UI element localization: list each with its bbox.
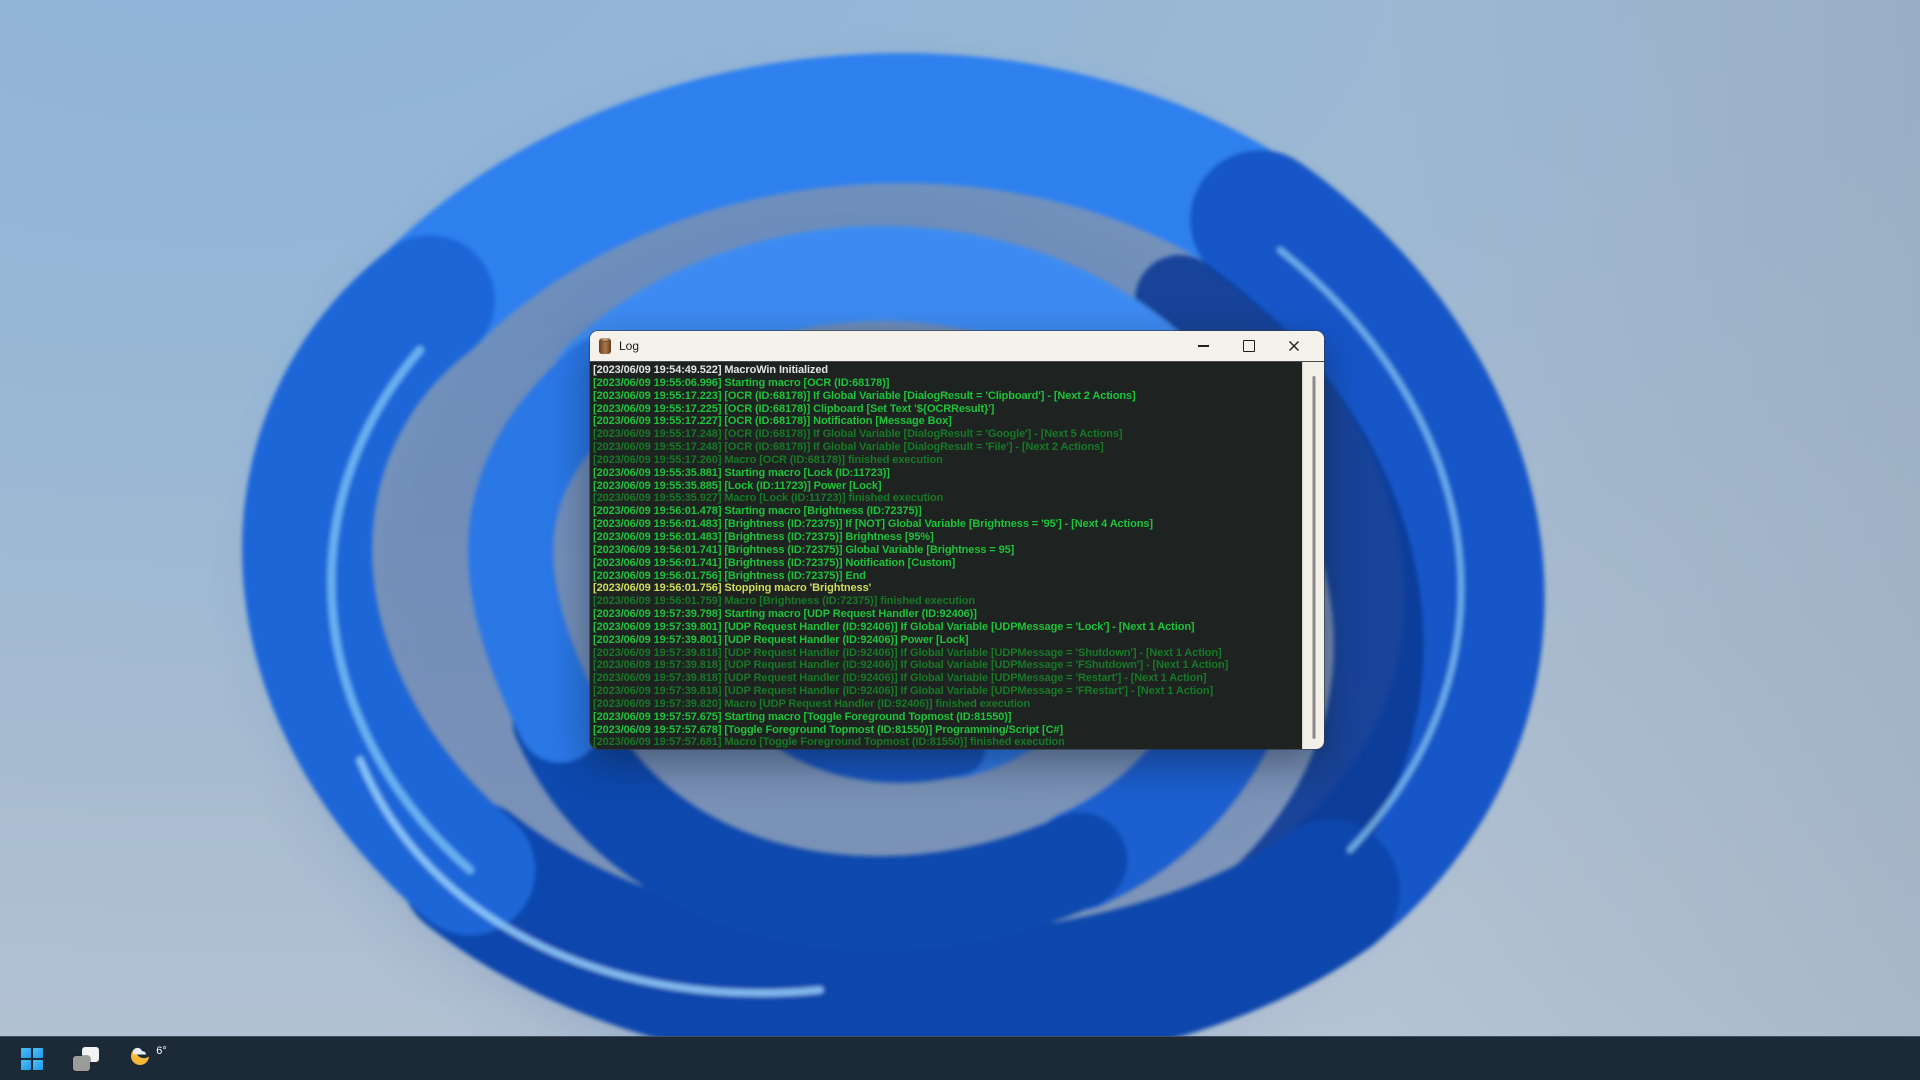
maximize-icon (1243, 340, 1255, 352)
log-lines[interactable]: [2023/06/09 19:54:49.522] MacroWin Initi… (590, 362, 1302, 749)
log-line: [2023/06/09 19:55:17.225] [OCR (ID:68178… (593, 403, 1302, 416)
log-line: [2023/06/09 19:57:39.818] [UDP Request H… (593, 672, 1302, 685)
log-line: [2023/06/09 19:57:39.818] [UDP Request H… (593, 685, 1302, 698)
log-line: [2023/06/09 19:55:06.996] Starting macro… (593, 377, 1302, 390)
log-line: [2023/06/09 19:56:01.741] [Brightness (I… (593, 544, 1302, 557)
taskbar: 6° (0, 1036, 1920, 1080)
log-line: [2023/06/09 19:57:57.675] Starting macro… (593, 711, 1302, 724)
scrollbar-thumb[interactable] (1312, 376, 1315, 739)
minimize-icon (1198, 345, 1209, 347)
log-line: [2023/06/09 19:56:01.756] [Brightness (I… (593, 570, 1302, 583)
log-window: Log [2023/06/09 19:54:49.522] MacroWin I… (590, 331, 1324, 749)
log-body: [2023/06/09 19:54:49.522] MacroWin Initi… (590, 361, 1324, 749)
log-line: [2023/06/09 19:57:39.798] Starting macro… (593, 608, 1302, 621)
window-title: Log (619, 339, 639, 353)
task-view-button[interactable] (68, 1041, 104, 1077)
weather-temperature: 6° (156, 1045, 167, 1057)
log-line: [2023/06/09 19:57:39.801] [UDP Request H… (593, 621, 1302, 634)
log-line: [2023/06/09 19:55:35.881] Starting macro… (593, 467, 1302, 480)
log-line: [2023/06/09 19:57:39.801] [UDP Request H… (593, 634, 1302, 647)
window-titlebar[interactable]: Log (590, 331, 1324, 361)
weather-widget-button[interactable]: 6° (122, 1041, 174, 1077)
log-line: [2023/06/09 19:57:57.681] Macro [Toggle … (593, 736, 1302, 749)
log-line: [2023/06/09 19:56:01.483] [Brightness (I… (593, 518, 1302, 531)
log-line: [2023/06/09 19:55:35.927] Macro [Lock (I… (593, 492, 1302, 505)
close-button[interactable] (1271, 331, 1316, 361)
log-line: [2023/06/09 19:55:17.248] [OCR (ID:68178… (593, 441, 1302, 454)
log-line: [2023/06/09 19:55:35.885] [Lock (ID:1172… (593, 480, 1302, 493)
log-line: [2023/06/09 19:55:17.248] [OCR (ID:68178… (593, 428, 1302, 441)
moon-cloud-icon (129, 1041, 155, 1067)
screen: { "window": { "title": "Log" }, "log": {… (0, 0, 1920, 1080)
windows-start-icon (21, 1048, 43, 1070)
log-app-icon (599, 338, 611, 354)
maximize-button[interactable] (1226, 331, 1271, 361)
close-icon (1288, 340, 1300, 352)
log-line: [2023/06/09 19:56:01.478] Starting macro… (593, 505, 1302, 518)
log-line: [2023/06/09 19:56:01.756] Stopping macro… (593, 582, 1302, 595)
log-line: [2023/06/09 19:56:01.759] Macro [Brightn… (593, 595, 1302, 608)
log-line: [2023/06/09 19:57:39.818] [UDP Request H… (593, 659, 1302, 672)
log-line: [2023/06/09 19:57:57.678] [Toggle Foregr… (593, 724, 1302, 737)
log-line: [2023/06/09 19:54:49.522] MacroWin Initi… (593, 364, 1302, 377)
window-controls (1181, 331, 1324, 361)
vertical-scrollbar[interactable] (1302, 362, 1324, 749)
log-line: [2023/06/09 19:56:01.483] [Brightness (I… (593, 531, 1302, 544)
minimize-button[interactable] (1181, 331, 1226, 361)
log-line: [2023/06/09 19:55:17.260] Macro [OCR (ID… (593, 454, 1302, 467)
task-view-icon (73, 1047, 99, 1071)
log-line: [2023/06/09 19:57:39.818] [UDP Request H… (593, 647, 1302, 660)
start-button[interactable] (14, 1041, 50, 1077)
log-line: [2023/06/09 19:55:17.227] [OCR (ID:68178… (593, 415, 1302, 428)
log-line: [2023/06/09 19:56:01.741] [Brightness (I… (593, 557, 1302, 570)
log-line: [2023/06/09 19:55:17.223] [OCR (ID:68178… (593, 390, 1302, 403)
log-line: [2023/06/09 19:57:39.820] Macro [UDP Req… (593, 698, 1302, 711)
